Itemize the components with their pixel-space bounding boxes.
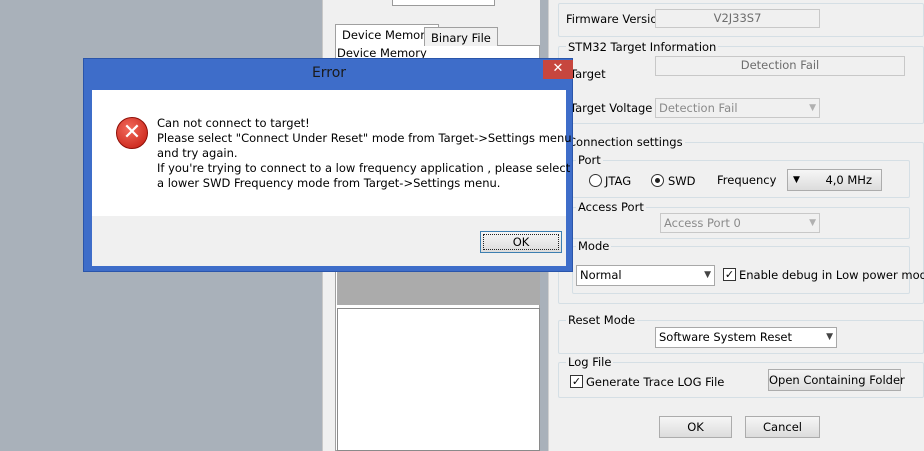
tab-binary-file[interactable]: Binary File <box>424 27 498 46</box>
generate-log-label[interactable]: Generate Trace LOG File <box>586 375 724 389</box>
address-box[interactable] <box>392 0 495 6</box>
settings-ok-button[interactable]: OK <box>659 416 732 438</box>
reset-mode-title: Reset Mode <box>566 313 638 327</box>
firmware-value: V2J33S7 <box>655 9 820 28</box>
swd-radio[interactable] <box>651 174 664 187</box>
dialog-title: Error <box>311 65 347 81</box>
access-port-dropdown: Access Port 0 ▼ <box>660 213 820 233</box>
chevron-down-icon: ▼ <box>826 332 833 342</box>
error-dialog: Error ✕ ✕ Can not connect to target! Ple… <box>83 58 573 272</box>
error-message: Can not connect to target! Please select… <box>157 116 572 191</box>
memory-scroll-area <box>337 270 540 305</box>
frequency-value: 4,0 MHz <box>825 173 872 187</box>
mode-title: Mode <box>576 239 612 253</box>
settings-cancel-button[interactable]: Cancel <box>745 416 820 438</box>
open-folder-button[interactable]: Open Containing Folder <box>768 369 905 391</box>
mode-dropdown[interactable]: Normal ▼ <box>576 265 715 286</box>
chevron-down-icon: ▼ <box>809 103 816 113</box>
dialog-ok-button[interactable]: OK <box>480 231 562 253</box>
target-value: Detection Fail <box>655 56 905 76</box>
log-file-title: Log File <box>566 355 614 369</box>
target-voltage-field: Detection Fail ▼ <box>655 98 820 118</box>
reset-mode-value: Software System Reset <box>659 330 793 344</box>
message-line: Please select "Connect Under Reset" mode… <box>157 131 572 145</box>
message-line: a lower SWD Frequency mode from Target->… <box>157 176 501 190</box>
jtag-radio[interactable] <box>589 174 602 187</box>
message-line: If you're trying to connect to a low fre… <box>157 161 571 175</box>
close-icon[interactable]: ✕ <box>543 60 573 79</box>
access-port-title: Access Port <box>576 200 646 214</box>
frequency-dropdown[interactable]: ▼ 4,0 MHz <box>787 169 882 191</box>
firmware-label: Firmware Version <box>566 12 665 26</box>
jtag-label[interactable]: JTAG <box>605 174 631 188</box>
connection-settings-title: Connection settings <box>566 135 685 149</box>
chevron-down-icon: ▼ <box>793 175 800 185</box>
stm32-info-title: STM32 Target Information <box>566 40 719 54</box>
dialog-body: ✕ Can not connect to target! Please sele… <box>92 90 572 216</box>
target-voltage-value: Detection Fail <box>659 101 738 115</box>
chevron-down-icon: ▼ <box>704 270 711 280</box>
error-icon: ✕ <box>116 117 148 149</box>
chevron-down-icon: ▼ <box>809 218 816 228</box>
port-title: Port <box>576 153 603 167</box>
target-voltage-label: Target Voltage <box>570 101 653 115</box>
access-port-value: Access Port 0 <box>664 216 741 230</box>
mode-value: Normal <box>580 268 622 282</box>
reset-mode-dropdown[interactable]: Software System Reset ▼ <box>655 327 837 348</box>
message-line: Can not connect to target! <box>157 116 310 130</box>
debug-low-power-checkbox[interactable]: ✓ <box>723 268 736 281</box>
swd-label[interactable]: SWD <box>668 174 696 188</box>
debug-low-power-label[interactable]: Enable debug in Low power mode <box>739 268 924 282</box>
log-area <box>337 308 540 451</box>
generate-log-checkbox[interactable]: ✓ <box>570 375 583 388</box>
frequency-label: Frequency <box>717 173 777 187</box>
message-line: and try again. <box>157 146 238 160</box>
target-label: Target <box>570 67 606 81</box>
